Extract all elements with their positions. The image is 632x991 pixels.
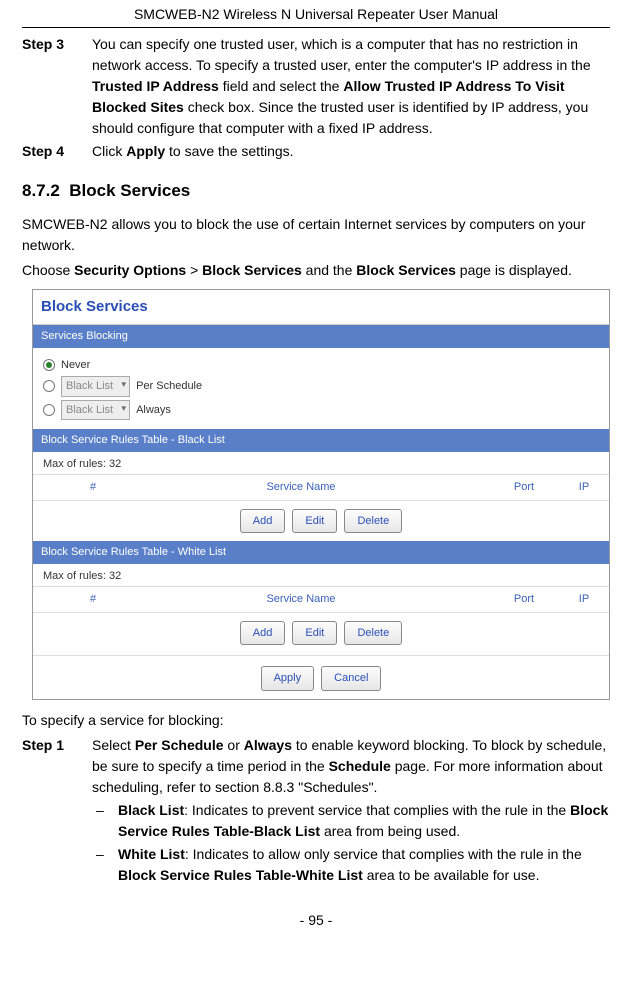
black-list-header: Block Service Rules Table - Black List bbox=[33, 429, 609, 452]
add-button[interactable]: Add bbox=[240, 509, 286, 534]
sublist-black: – Black List: Indicates to prevent servi… bbox=[92, 800, 610, 842]
radio-per-schedule[interactable]: Black List Per Schedule bbox=[43, 376, 599, 397]
page-number: - 95 - bbox=[22, 910, 610, 931]
delete-button[interactable]: Delete bbox=[344, 621, 402, 646]
header-divider bbox=[22, 27, 610, 28]
apply-button[interactable]: Apply bbox=[261, 666, 315, 691]
step-1-row: Step 1 Select Per Schedule or Always to … bbox=[22, 735, 610, 798]
section-heading: 8.7.2 Block Services bbox=[22, 178, 610, 204]
cancel-button[interactable]: Cancel bbox=[321, 666, 381, 691]
ss-title: Block Services bbox=[33, 290, 609, 326]
step-1-label: Step 1 bbox=[22, 735, 92, 798]
step-3-row: Step 3 You can specify one trusted user,… bbox=[22, 34, 610, 139]
step-4-text: Click Apply to save the settings. bbox=[92, 141, 610, 162]
step-4-row: Step 4 Click Apply to save the settings. bbox=[22, 141, 610, 162]
sublist-white: – White List: Indicates to allow only se… bbox=[92, 844, 610, 886]
blacklist-select[interactable]: Black List bbox=[61, 400, 130, 421]
radio-never[interactable]: Never bbox=[43, 357, 599, 374]
add-button[interactable]: Add bbox=[240, 621, 286, 646]
white-list-header: Block Service Rules Table - White List bbox=[33, 541, 609, 564]
block-services-screenshot: Block Services Services Blocking Never B… bbox=[32, 289, 610, 700]
intro-para-1: SMCWEB-N2 allows you to block the use of… bbox=[22, 214, 610, 256]
radio-always[interactable]: Black List Always bbox=[43, 400, 599, 421]
step-3-text: You can specify one trusted user, which … bbox=[92, 34, 610, 139]
radio-icon bbox=[43, 404, 55, 416]
services-blocking-header: Services Blocking bbox=[33, 325, 609, 348]
white-list-table: # Service Name Port IP bbox=[33, 586, 609, 613]
edit-button[interactable]: Edit bbox=[292, 621, 337, 646]
radio-label: Never bbox=[61, 357, 90, 374]
manual-title: SMCWEB-N2 Wireless N Universal Repeater … bbox=[22, 0, 610, 27]
black-list-max: Max of rules: 32 bbox=[33, 452, 609, 475]
black-list-table: # Service Name Port IP bbox=[33, 474, 609, 501]
step-4-label: Step 4 bbox=[22, 141, 92, 162]
intro-para-2: Choose Security Options > Block Services… bbox=[22, 260, 610, 281]
white-list-max: Max of rules: 32 bbox=[33, 564, 609, 587]
step-3-label: Step 3 bbox=[22, 34, 92, 139]
radio-suffix: Per Schedule bbox=[136, 378, 202, 395]
radio-suffix: Always bbox=[136, 402, 171, 419]
delete-button[interactable]: Delete bbox=[344, 509, 402, 534]
specify-intro: To specify a service for blocking: bbox=[22, 710, 610, 731]
radio-icon bbox=[43, 380, 55, 392]
edit-button[interactable]: Edit bbox=[292, 509, 337, 534]
blacklist-select[interactable]: Black List bbox=[61, 376, 130, 397]
step-1-text: Select Per Schedule or Always to enable … bbox=[92, 735, 610, 798]
radio-icon bbox=[43, 359, 55, 371]
